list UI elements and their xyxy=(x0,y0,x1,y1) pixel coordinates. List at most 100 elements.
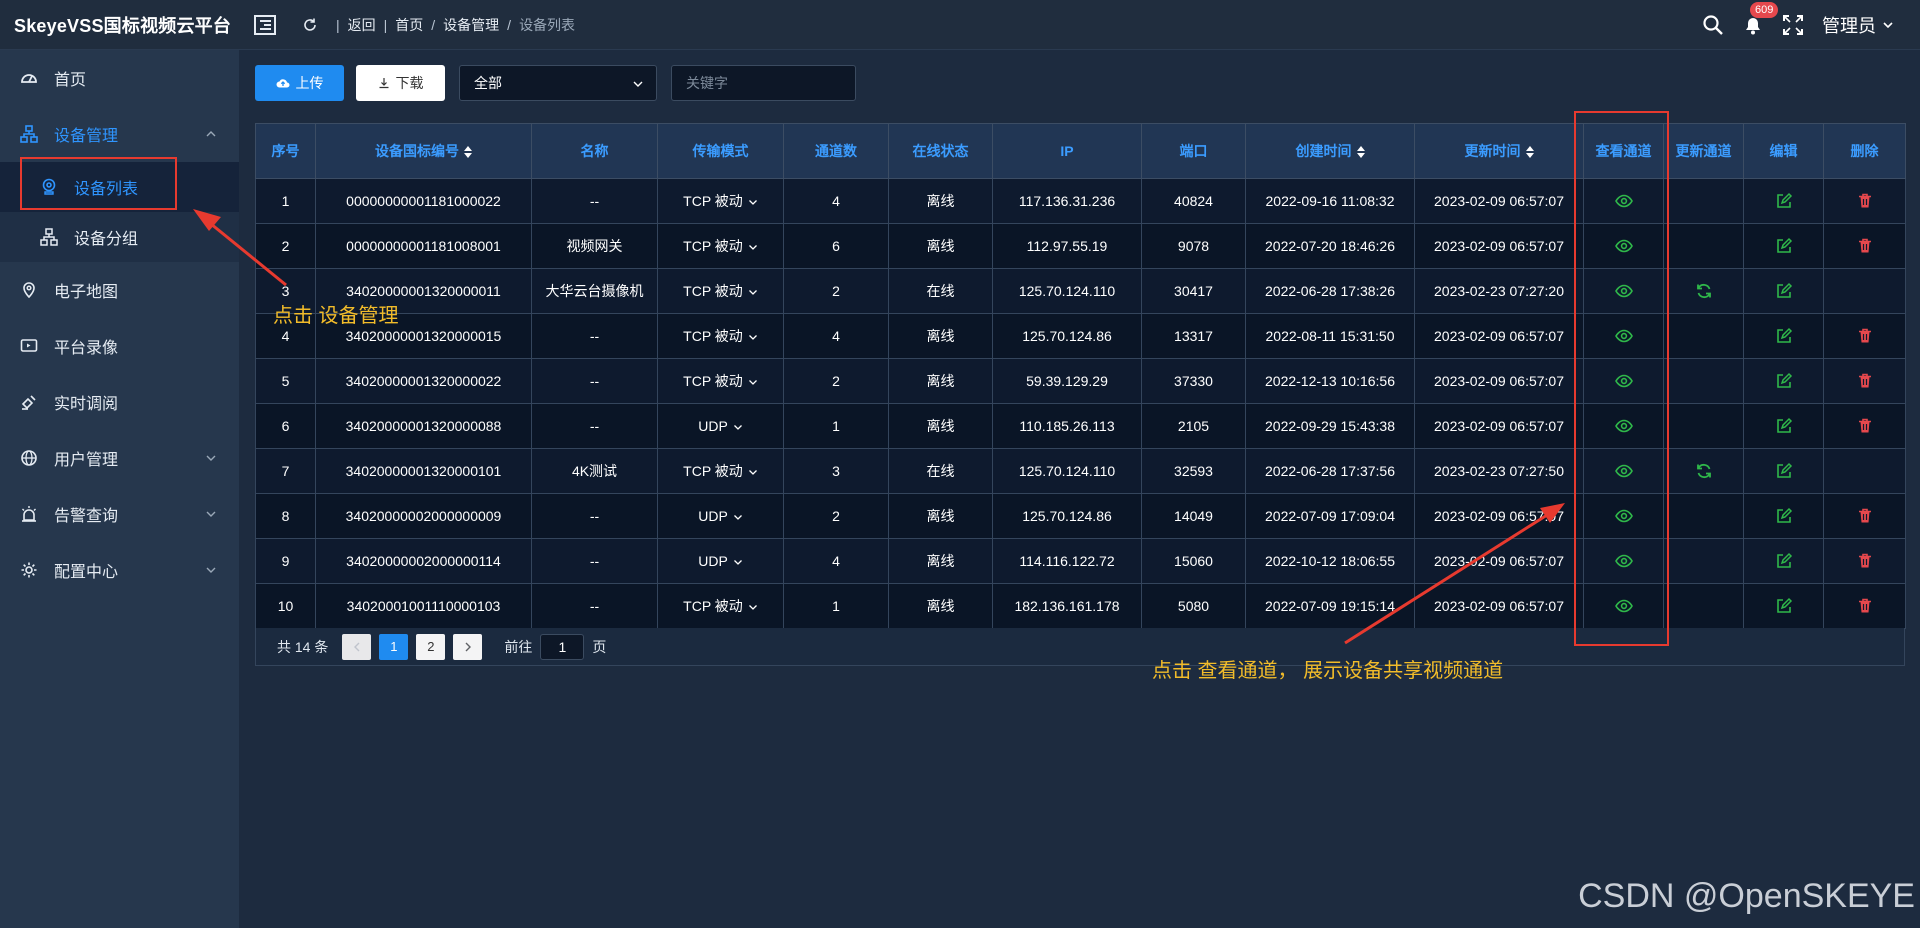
trash-icon[interactable] xyxy=(1856,552,1874,570)
fullscreen-icon[interactable] xyxy=(1782,14,1804,36)
cell-edit[interactable] xyxy=(1743,583,1824,629)
edit-icon[interactable] xyxy=(1775,282,1793,300)
sidebar-item-alarm-query[interactable]: 告警查询 xyxy=(0,486,239,542)
sidebar-item-user-management[interactable]: 用户管理 xyxy=(0,430,239,486)
cell-port: 13317 xyxy=(1141,313,1246,359)
cell-mode[interactable]: UDP xyxy=(657,538,784,584)
trash-icon[interactable] xyxy=(1856,507,1874,525)
chevron-down-icon[interactable] xyxy=(1882,19,1894,31)
refresh-channel-icon[interactable] xyxy=(1695,282,1713,300)
notification-button[interactable]: 609 xyxy=(1742,2,1779,36)
edit-icon[interactable] xyxy=(1775,597,1793,615)
next-page-button[interactable] xyxy=(453,633,483,660)
chevron-down-icon[interactable] xyxy=(748,377,758,387)
chevron-down-icon[interactable] xyxy=(748,602,758,612)
cell-mode[interactable]: TCP 被动 xyxy=(657,268,784,314)
cell-mode[interactable]: TCP 被动 xyxy=(657,583,784,629)
breadcrumb-device-management[interactable]: 设备管理 xyxy=(443,15,499,35)
trash-icon[interactable] xyxy=(1856,327,1874,345)
cell-delete[interactable] xyxy=(1823,538,1906,584)
cell-delete[interactable] xyxy=(1823,178,1906,224)
download-button[interactable]: 下载 xyxy=(356,65,445,101)
chevron-down-icon[interactable] xyxy=(748,242,758,252)
upload-button[interactable]: 上传 xyxy=(255,65,344,101)
page-1-button[interactable]: 1 xyxy=(379,633,409,660)
cell-mode[interactable]: TCP 被动 xyxy=(657,358,784,404)
back-link[interactable]: 返回 xyxy=(348,15,376,35)
trash-icon[interactable] xyxy=(1856,237,1874,255)
keyword-input[interactable] xyxy=(671,65,856,101)
cell-mode[interactable]: TCP 被动 xyxy=(657,313,784,359)
trash-icon[interactable] xyxy=(1856,597,1874,615)
cell-edit[interactable] xyxy=(1743,223,1824,269)
prev-page-button[interactable] xyxy=(342,633,372,660)
trash-icon[interactable] xyxy=(1856,417,1874,435)
cell-edit[interactable] xyxy=(1743,538,1824,584)
cell-edit[interactable] xyxy=(1743,403,1824,449)
edit-icon[interactable] xyxy=(1775,507,1793,525)
chevron-down-icon[interactable] xyxy=(748,197,758,207)
edit-icon[interactable] xyxy=(1775,552,1793,570)
mode-value: UDP xyxy=(698,418,728,434)
sidebar-item-config-center[interactable]: 配置中心 xyxy=(0,542,239,598)
cell-delete[interactable] xyxy=(1823,493,1906,539)
sidebar-item-home[interactable]: 首页 xyxy=(0,50,239,106)
chevron-down-icon[interactable] xyxy=(733,557,743,567)
edit-icon[interactable] xyxy=(1775,462,1793,480)
menu-collapse-icon[interactable] xyxy=(254,14,276,35)
cell-refresh-channel[interactable] xyxy=(1663,268,1744,314)
sidebar-item-map[interactable]: 电子地图 xyxy=(0,262,239,318)
user-menu[interactable]: 管理员 xyxy=(1822,12,1876,38)
trash-icon[interactable] xyxy=(1856,372,1874,390)
cell-delete[interactable] xyxy=(1823,583,1906,629)
cell-refresh-channel[interactable] xyxy=(1663,448,1744,494)
cell-edit[interactable] xyxy=(1743,448,1824,494)
sort-icon[interactable] xyxy=(1356,146,1365,159)
cell-edit[interactable] xyxy=(1743,178,1824,224)
chevron-down-icon[interactable] xyxy=(748,332,758,342)
breadcrumb-home[interactable]: 首页 xyxy=(395,15,423,35)
cell-no: 8 xyxy=(255,493,316,539)
cell-mode[interactable]: UDP xyxy=(657,403,784,449)
cell-edit[interactable] xyxy=(1743,313,1824,359)
sidebar-item-recording[interactable]: 平台录像 xyxy=(0,318,239,374)
sidebar-item-device-management[interactable]: 设备管理 xyxy=(0,106,239,162)
edit-icon[interactable] xyxy=(1775,372,1793,390)
cell-mode[interactable]: TCP 被动 xyxy=(657,448,784,494)
refresh-channel-icon[interactable] xyxy=(1695,462,1713,480)
edit-icon[interactable] xyxy=(1775,237,1793,255)
cell-edit[interactable] xyxy=(1743,358,1824,404)
column-header[interactable]: 设备国标编号 xyxy=(315,123,532,179)
edit-icon[interactable] xyxy=(1775,192,1793,210)
cell-edit[interactable] xyxy=(1743,268,1824,314)
cell-mode[interactable]: TCP 被动 xyxy=(657,178,784,224)
trash-icon[interactable] xyxy=(1856,192,1874,210)
cell-mode[interactable]: UDP xyxy=(657,493,784,539)
filter-select[interactable]: 全部 xyxy=(459,65,657,101)
edit-icon[interactable] xyxy=(1775,327,1793,345)
goto-page-input[interactable] xyxy=(540,633,585,660)
sort-icon[interactable] xyxy=(1525,146,1534,159)
sort-icon[interactable] xyxy=(464,146,472,159)
column-header[interactable]: 更新时间 xyxy=(1414,123,1584,179)
cell-no: 10 xyxy=(255,583,316,629)
chevron-down-icon[interactable] xyxy=(748,287,758,297)
chevron-down-icon[interactable] xyxy=(733,512,743,522)
chevron-up-icon xyxy=(206,131,216,137)
refresh-icon[interactable] xyxy=(302,17,318,33)
chevron-down-icon[interactable] xyxy=(748,467,758,477)
cell-updated: 2023-02-09 06:57:07 xyxy=(1414,538,1584,584)
cell-delete[interactable] xyxy=(1823,223,1906,269)
edit-icon[interactable] xyxy=(1775,417,1793,435)
cell-delete[interactable] xyxy=(1823,403,1906,449)
cell-delete[interactable] xyxy=(1823,313,1906,359)
cell-mode[interactable]: TCP 被动 xyxy=(657,223,784,269)
search-icon[interactable] xyxy=(1702,14,1724,36)
column-header[interactable]: 创建时间 xyxy=(1245,123,1415,179)
sidebar-item-live-view[interactable]: 实时调阅 xyxy=(0,374,239,430)
cell-edit[interactable] xyxy=(1743,493,1824,539)
chevron-down-icon[interactable] xyxy=(733,422,743,432)
cell-delete[interactable] xyxy=(1823,358,1906,404)
page-2-button[interactable]: 2 xyxy=(416,633,446,660)
sidebar-item-device-group[interactable]: 设备分组 xyxy=(0,212,239,262)
